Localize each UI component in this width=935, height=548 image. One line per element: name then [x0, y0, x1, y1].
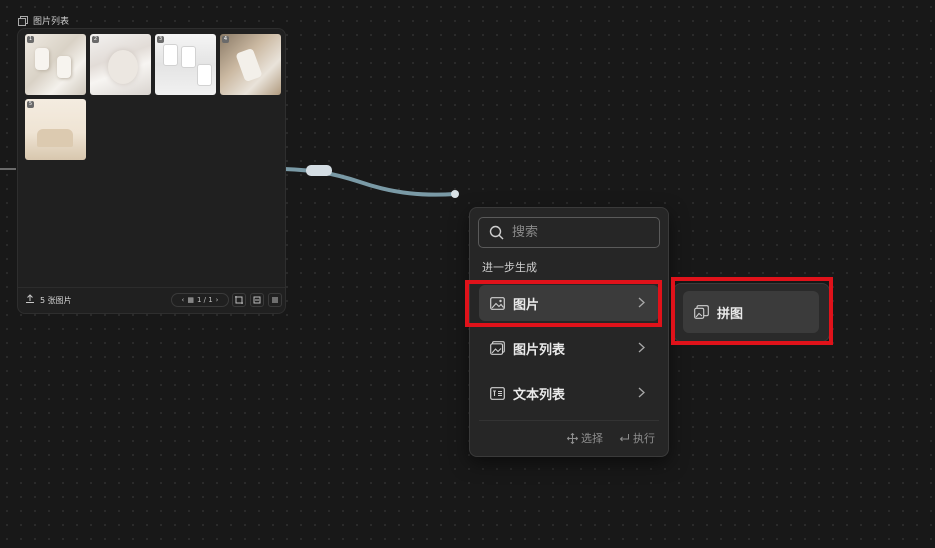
node-title-text: 图片列表	[33, 17, 70, 27]
chevron-right-icon	[638, 297, 645, 308]
search-box[interactable]	[478, 217, 660, 248]
text-list-icon	[490, 386, 505, 400]
thumbnail-3[interactable]: 3	[155, 34, 216, 95]
thumbnail-index: 4	[222, 36, 229, 43]
thumbnail-index: 5	[27, 101, 34, 108]
thumbnail-5[interactable]: 5	[25, 99, 86, 160]
chevron-right-icon	[638, 342, 645, 353]
thumbnail-index: 2	[92, 36, 99, 43]
submenu-item-label: 拼图	[717, 306, 744, 322]
image-submenu: 拼图	[673, 283, 830, 342]
hint-select-label: 选择	[581, 432, 603, 445]
menu-item-image[interactable]: 图片	[479, 285, 659, 321]
upload-icon[interactable]	[25, 294, 35, 304]
node-title: 图片列表	[18, 14, 69, 27]
grid-icon: ▦	[187, 296, 194, 304]
enter-icon	[619, 434, 629, 442]
collage-icon	[694, 305, 709, 319]
node-footer: 5 张图片 ‹ ▦ 1 / 1 ›	[18, 287, 285, 314]
search-icon	[489, 225, 504, 240]
image-list-node[interactable]: 1 2 3 4 5 5 张图片 ‹ ▦ 1 / 1 ›	[17, 28, 286, 314]
image-list-icon	[490, 341, 505, 355]
menu-item-image-list[interactable]: 图片列表	[479, 330, 659, 366]
image-count: 5 张图片	[40, 296, 72, 305]
crop-icon[interactable]	[232, 293, 246, 307]
menu-divider	[479, 420, 659, 421]
hint-select: 选择	[567, 430, 603, 446]
generate-menu: 进一步生成 图片 图片列表 文本列表 选择 执行	[469, 207, 669, 457]
menu-item-label: 图片列表	[513, 342, 566, 358]
thumbnail-index: 1	[27, 36, 34, 43]
menu-item-label: 文本列表	[513, 387, 566, 403]
search-input[interactable]	[510, 224, 654, 241]
thumbnail-index: 3	[157, 36, 164, 43]
pager[interactable]: ‹ ▦ 1 / 1 ›	[171, 293, 229, 307]
save-icon[interactable]	[250, 293, 264, 307]
chevron-right-icon	[638, 387, 645, 398]
pager-label: 1 / 1	[196, 296, 213, 304]
submenu-item-collage[interactable]: 拼图	[683, 291, 819, 333]
thumbnail-2[interactable]: 2	[90, 34, 151, 95]
image-icon	[490, 296, 505, 310]
menu-item-text-list[interactable]: 文本列表	[479, 375, 659, 411]
pager-next-icon[interactable]: ›	[216, 296, 219, 304]
section-label: 进一步生成	[482, 261, 537, 274]
image-list-node-icon	[18, 15, 28, 26]
connector-endpoint[interactable]	[451, 190, 459, 198]
move-icon	[567, 432, 578, 444]
hint-execute-label: 执行	[633, 432, 655, 445]
hint-execute: 执行	[619, 430, 655, 446]
thumbnail-1[interactable]: 1	[25, 34, 86, 95]
settings-icon[interactable]	[268, 293, 282, 307]
connector-handle[interactable]	[306, 165, 332, 176]
menu-item-label: 图片	[513, 297, 540, 313]
pager-prev-icon[interactable]: ‹	[182, 296, 185, 304]
thumbnail-4[interactable]: 4	[220, 34, 281, 95]
